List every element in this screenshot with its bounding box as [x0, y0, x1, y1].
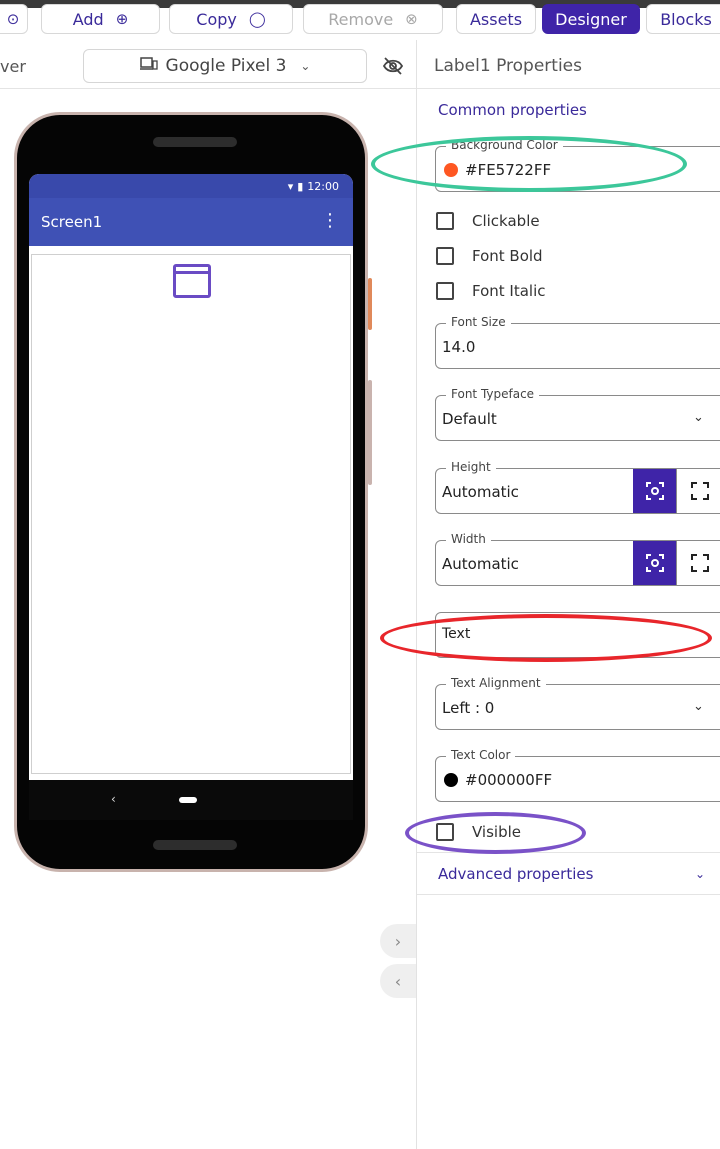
eye-off-icon[interactable]: [382, 55, 404, 77]
font-size-label: Font Size: [446, 315, 511, 329]
font-bold-checkbox[interactable]: [436, 247, 454, 265]
text-alignment-select[interactable]: Text Alignment Left : 0 ⌄: [435, 676, 720, 730]
advanced-properties-label: Advanced properties: [438, 865, 594, 883]
expand-panel-button[interactable]: ›: [380, 924, 416, 958]
chevron-down-icon: ⌄: [693, 410, 704, 425]
clickable-checkbox[interactable]: [436, 212, 454, 230]
background-color-value: #FE5722FF: [465, 161, 552, 179]
font-italic-label: Font Italic: [472, 282, 546, 300]
device-selector[interactable]: Google Pixel 3 ⌄: [83, 49, 367, 83]
battery-icon: ▮: [297, 179, 304, 193]
clickable-label: Clickable: [472, 212, 540, 230]
common-properties-header[interactable]: Common properties: [438, 101, 587, 119]
back-icon[interactable]: ‹: [111, 792, 116, 806]
phone-speaker-bottom: [153, 840, 237, 850]
panel-divider: [416, 40, 417, 1149]
home-icon[interactable]: [179, 797, 197, 803]
height-value: Automatic: [442, 483, 519, 501]
font-size-field[interactable]: Font Size 14.0: [435, 315, 720, 369]
width-field[interactable]: Width Automatic: [435, 532, 720, 586]
viewer-divider: [0, 88, 416, 89]
chevron-down-icon: ⌄: [695, 867, 706, 881]
text-value[interactable]: Text: [442, 626, 470, 642]
fill-parent-icon[interactable]: [678, 541, 720, 585]
text-color-value: #000000FF: [465, 771, 553, 789]
viewer-label-partial: ver: [0, 57, 26, 76]
label1-component[interactable]: [173, 264, 211, 298]
text-color-field[interactable]: Text Color #000000FF: [435, 748, 720, 802]
automatic-size-icon[interactable]: [633, 469, 677, 513]
font-bold-checkbox-row[interactable]: Font Bold: [436, 246, 543, 266]
device-icon: [139, 56, 158, 76]
more-vert-icon[interactable]: ⋮: [321, 212, 339, 230]
text-alignment-label: Text Alignment: [446, 676, 546, 690]
plus-circle-icon: ⊕: [115, 10, 129, 28]
toolbar: ⊙ Add ⊕ Copy ◯ Remove ⊗ Assets Designer …: [0, 4, 720, 38]
designer-button[interactable]: Designer: [542, 4, 640, 34]
remove-button[interactable]: Remove ⊗: [303, 4, 443, 34]
nav-bar: ‹: [29, 780, 353, 820]
advanced-properties-header[interactable]: Advanced properties ⌄: [417, 852, 720, 895]
remove-circle-icon: ⊗: [405, 10, 418, 28]
font-italic-checkbox-row[interactable]: Font Italic: [436, 281, 546, 301]
height-field[interactable]: Height Automatic: [435, 460, 720, 514]
width-value: Automatic: [442, 555, 519, 573]
visible-label: Visible: [472, 823, 521, 841]
font-bold-label: Font Bold: [472, 247, 543, 265]
circle-arrow-icon: ⊙: [6, 10, 20, 28]
add-button[interactable]: Add ⊕: [41, 4, 160, 34]
blocks-button[interactable]: Blocks: [646, 4, 720, 34]
device-name: Google Pixel 3: [165, 56, 287, 76]
text-field[interactable]: Text: [435, 612, 720, 658]
font-typeface-value: Default: [442, 410, 497, 428]
properties-title: Label1 Properties: [434, 56, 582, 76]
background-color-label: Background Color: [446, 138, 563, 152]
width-label: Width: [446, 532, 491, 546]
chevron-down-icon: ⌄: [300, 59, 311, 73]
height-label: Height: [446, 460, 496, 474]
toolbar-partial-button[interactable]: ⊙: [0, 4, 28, 34]
font-size-value[interactable]: 14.0: [442, 338, 475, 356]
text-color-swatch: [444, 773, 458, 787]
visible-checkbox-row[interactable]: Visible: [436, 822, 521, 842]
app-bar: Screen1 ⋮: [29, 198, 353, 246]
phone-speaker-top: [153, 137, 237, 147]
phone-screen: ▾ ▮ 12:00 Screen1 ⋮ ‹: [29, 174, 353, 820]
font-typeface-select[interactable]: Font Typeface Default ⌄: [435, 387, 720, 441]
text-alignment-value: Left : 0: [442, 699, 495, 717]
visible-checkbox[interactable]: [436, 823, 454, 841]
chevron-right-icon: ›: [394, 931, 402, 951]
background-color-swatch: [444, 163, 458, 177]
automatic-size-icon[interactable]: [633, 541, 677, 585]
assets-button[interactable]: Assets: [456, 4, 536, 34]
chevron-down-icon: ⌄: [693, 699, 704, 714]
clickable-checkbox-row[interactable]: Clickable: [436, 211, 540, 231]
font-typeface-label: Font Typeface: [446, 387, 540, 401]
chevron-left-icon: ‹: [394, 971, 402, 991]
screen-title: Screen1: [41, 213, 103, 231]
properties-divider: [417, 88, 720, 89]
copy-icon: ◯: [248, 10, 266, 28]
screen-content[interactable]: [31, 254, 351, 774]
status-bar: ▾ ▮ 12:00: [29, 174, 353, 198]
status-time: 12:00: [307, 179, 339, 193]
phone-volume-button: [368, 380, 372, 485]
font-italic-checkbox[interactable]: [436, 282, 454, 300]
phone-side-button: [368, 278, 372, 330]
copy-button[interactable]: Copy ◯: [169, 4, 293, 34]
collapse-panel-button[interactable]: ‹: [380, 964, 416, 998]
wifi-icon: ▾: [287, 179, 294, 193]
fill-parent-icon[interactable]: [678, 469, 720, 513]
text-color-label: Text Color: [446, 748, 516, 762]
background-color-field[interactable]: Background Color #FE5722FF: [435, 138, 720, 192]
